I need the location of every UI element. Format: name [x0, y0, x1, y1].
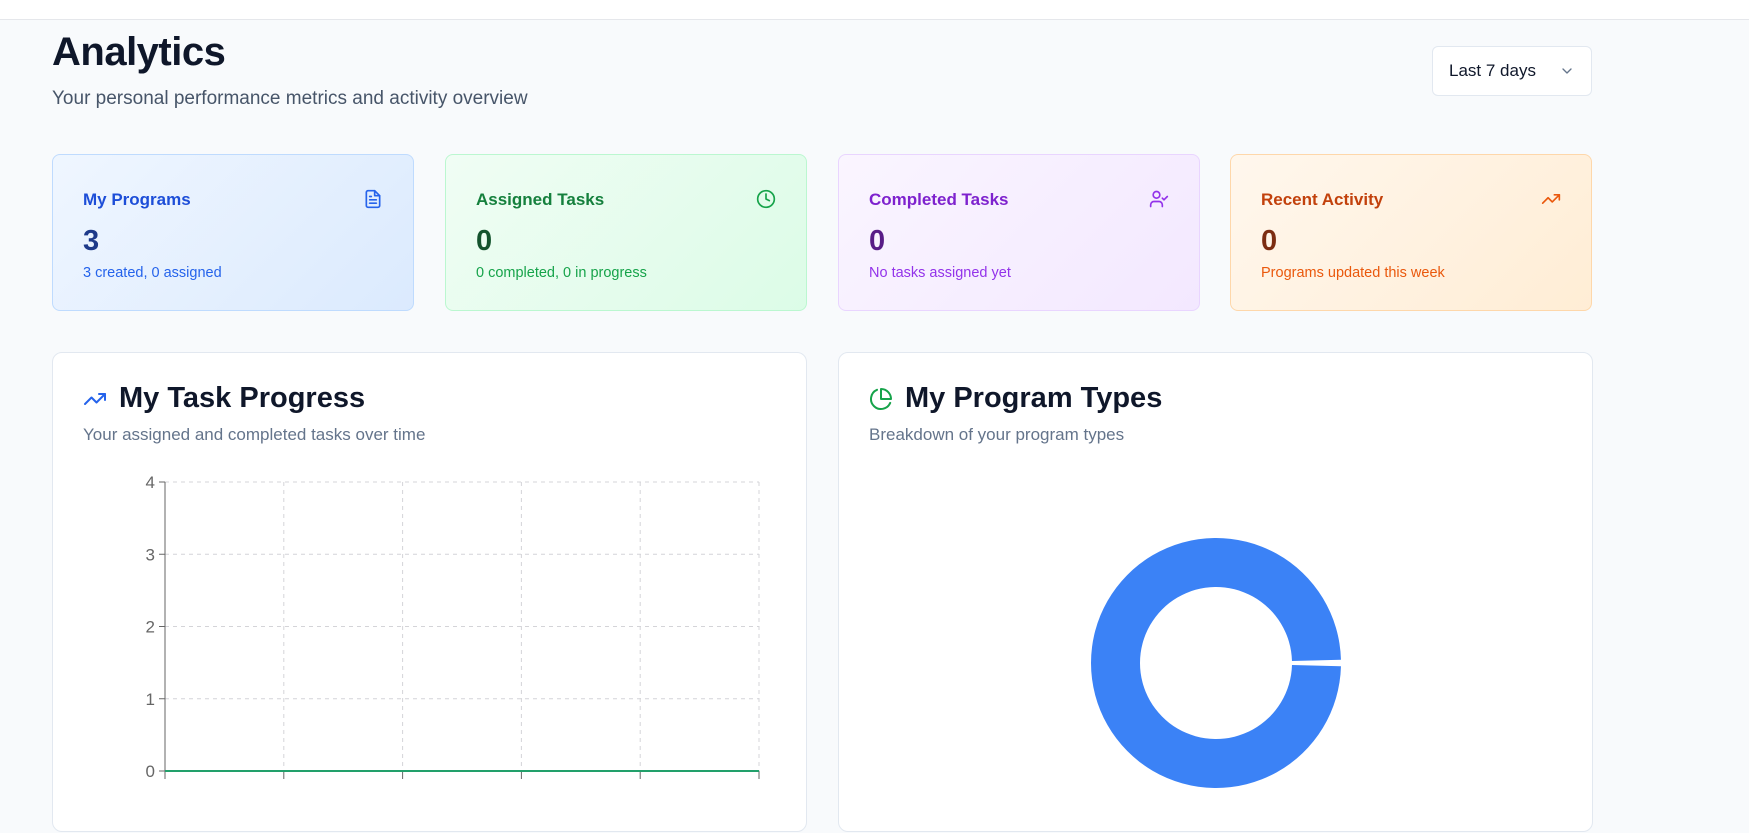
- task-progress-chart: 0 1 2 3 4: [146, 473, 760, 781]
- stat-subtext: 0 completed, 0 in progress: [476, 265, 647, 281]
- document-icon: [363, 189, 383, 209]
- top-bar: [0, 0, 1749, 20]
- stat-subtext: 3 created, 0 assigned: [83, 265, 222, 281]
- donut-slice: [1091, 538, 1341, 788]
- date-range-value: Last 7 days: [1449, 61, 1536, 80]
- stat-value: 0: [1261, 225, 1278, 257]
- stat-value: 0: [869, 225, 886, 257]
- stat-label: Completed Tasks: [869, 190, 1009, 209]
- stat-label: My Programs: [83, 190, 191, 209]
- y-tick-label: 2: [146, 618, 155, 637]
- stat-value: 0: [476, 225, 493, 257]
- y-tick-label: 3: [146, 545, 155, 564]
- y-tick-label: 4: [146, 473, 155, 492]
- program-types-panel: My Program Types Breakdown of your progr…: [838, 352, 1593, 832]
- stat-subtext: No tasks assigned yet: [869, 265, 1011, 281]
- stat-card-recent-activity: Recent Activity 0 Programs updated this …: [1230, 154, 1592, 311]
- clock-icon: [756, 189, 776, 209]
- page-subtitle: Your personal performance metrics and ac…: [52, 88, 528, 109]
- stat-card-completed-tasks: Completed Tasks 0 No tasks assigned yet: [838, 154, 1200, 311]
- y-tick-label: 1: [146, 690, 155, 709]
- stat-label: Assigned Tasks: [476, 190, 605, 209]
- stat-label: Recent Activity: [1261, 190, 1384, 209]
- chevron-down-icon: [1559, 63, 1575, 79]
- trending-up-icon: [1541, 189, 1561, 209]
- page-title: Analytics: [52, 30, 226, 74]
- stat-card-assigned-tasks: Assigned Tasks 0 0 completed, 0 in progr…: [445, 154, 807, 311]
- task-progress-panel: My Task Progress Your assigned and compl…: [52, 352, 807, 832]
- stat-value: 3: [83, 225, 100, 257]
- date-range-select[interactable]: Last 7 days: [1432, 46, 1592, 96]
- y-tick-label: 0: [146, 762, 155, 781]
- stat-card-my-programs: My Programs 3 3 created, 0 assigned: [52, 154, 414, 311]
- user-check-icon: [1149, 189, 1169, 209]
- stat-subtext: Programs updated this week: [1261, 265, 1445, 281]
- program-types-chart: [1091, 538, 1341, 788]
